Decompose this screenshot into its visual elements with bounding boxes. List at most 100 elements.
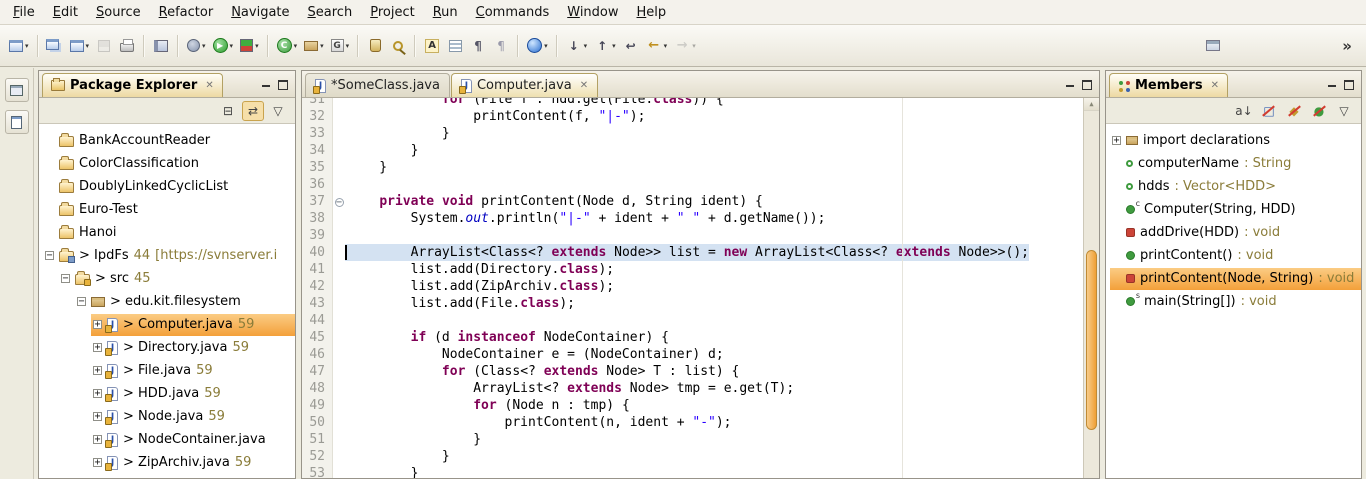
- tree-item[interactable]: +J> Node.java59: [39, 405, 295, 428]
- code-line-44[interactable]: 44: [302, 312, 1083, 329]
- dropdown-arrow-icon[interactable]: ▾: [584, 42, 588, 50]
- generate-button[interactable]: G▾: [328, 33, 353, 59]
- code-line-49[interactable]: 49 for (Node n : tmp) {: [302, 397, 1083, 414]
- view-menu-button[interactable]: ▽: [267, 101, 289, 121]
- dropdown-arrow-icon[interactable]: ▾: [612, 42, 616, 50]
- scrollbar-thumb[interactable]: [1086, 250, 1097, 430]
- expand-icon[interactable]: +: [93, 320, 102, 329]
- close-tab-icon[interactable]: ✕: [580, 80, 588, 91]
- expand-icon[interactable]: +: [1112, 136, 1121, 145]
- prev-annotation-button[interactable]: ↑▾: [591, 33, 619, 59]
- dropdown-arrow-icon[interactable]: ▾: [86, 42, 90, 50]
- dropdown-arrow-icon[interactable]: ▾: [255, 42, 259, 50]
- code-line-35[interactable]: 35 }: [302, 159, 1083, 176]
- toolbar-overflow-button[interactable]: »: [1334, 37, 1360, 55]
- tree-item[interactable]: −> IpdFs44[https://svnserver.i: [39, 244, 295, 267]
- new-wizard-button[interactable]: ▾: [6, 33, 32, 59]
- code-editor[interactable]: 31 for (File f : hdd.get(File.class)) {3…: [302, 98, 1099, 478]
- tree-item[interactable]: +J> HDD.java59: [39, 382, 295, 405]
- new-package-button[interactable]: ▾: [301, 33, 327, 59]
- hide-nonpublic-button[interactable]: ●: [1308, 101, 1330, 121]
- member-item[interactable]: hdds: Vector<HDD>: [1106, 175, 1361, 198]
- open-editor-strip-button[interactable]: [5, 110, 29, 134]
- member-item[interactable]: printContent(): void: [1106, 244, 1361, 267]
- external-tools-button[interactable]: ▾: [184, 33, 209, 59]
- collapse-icon[interactable]: −: [45, 251, 54, 260]
- member-item[interactable]: cComputer(String, HDD): [1106, 198, 1361, 221]
- dropdown-arrow-icon[interactable]: ▾: [664, 42, 668, 50]
- code-line-52[interactable]: 52 }: [302, 448, 1083, 465]
- tree-item[interactable]: BankAccountReader: [39, 129, 295, 152]
- dropdown-arrow-icon[interactable]: ▾: [294, 42, 298, 50]
- new-class-button[interactable]: C▾: [274, 33, 301, 59]
- expand-icon[interactable]: +: [93, 412, 102, 421]
- tree-item[interactable]: Hanoi: [39, 221, 295, 244]
- menu-refactor[interactable]: Refactor: [150, 2, 223, 23]
- expand-icon[interactable]: +: [93, 389, 102, 398]
- forward-button[interactable]: →▾: [671, 33, 699, 59]
- code-line-36[interactable]: 36: [302, 176, 1083, 193]
- show-print-margin-button[interactable]: ¶: [490, 33, 512, 59]
- menu-file[interactable]: File: [4, 2, 44, 23]
- search-button[interactable]: [387, 33, 409, 59]
- members-view-menu-button[interactable]: ▽: [1333, 101, 1355, 121]
- code-line-41[interactable]: 41 list.add(Directory.class);: [302, 261, 1083, 278]
- back-button[interactable]: ←▾: [643, 33, 671, 59]
- mark-occurrences-button[interactable]: A: [421, 33, 443, 59]
- tree-item[interactable]: +J> Computer.java59: [39, 313, 295, 336]
- restore-view-button[interactable]: [5, 78, 29, 102]
- tree-item[interactable]: +J> File.java59: [39, 359, 295, 382]
- menu-search[interactable]: Search: [299, 2, 362, 23]
- code-line-34[interactable]: 34 }: [302, 142, 1083, 159]
- expand-icon[interactable]: +: [93, 366, 102, 375]
- dropdown-arrow-icon[interactable]: ▾: [346, 42, 350, 50]
- collapse-region-icon[interactable]: −: [335, 198, 344, 207]
- maximize-editor-icon[interactable]: [1080, 77, 1094, 91]
- member-item[interactable]: addDrive(HDD): void: [1106, 221, 1361, 244]
- close-members-view-icon[interactable]: ✕: [1211, 80, 1219, 91]
- code-line-32[interactable]: 32 printContent(f, "|-");: [302, 108, 1083, 125]
- show-selected-element-button[interactable]: [444, 33, 466, 59]
- members-tab[interactable]: Members ✕: [1109, 73, 1228, 97]
- menu-navigate[interactable]: Navigate: [222, 2, 298, 23]
- last-edit-location-button[interactable]: ↩: [620, 33, 642, 59]
- maximize-view-icon[interactable]: [276, 77, 290, 91]
- member-item[interactable]: computerName: String: [1106, 152, 1361, 175]
- code-line-42[interactable]: 42 list.add(ZipArchiv.class);: [302, 278, 1083, 295]
- code-line-33[interactable]: 33 }: [302, 125, 1083, 142]
- menu-window[interactable]: Window: [558, 2, 627, 23]
- save-button[interactable]: [93, 33, 115, 59]
- scrollbar-up-icon[interactable]: ▲: [1084, 98, 1099, 111]
- tree-item[interactable]: +J> NodeContainer.java: [39, 428, 295, 451]
- member-item[interactable]: printContent(Node, String): void: [1106, 267, 1361, 290]
- code-line-43[interactable]: 43 list.add(File.class);: [302, 295, 1083, 312]
- package-explorer-tab[interactable]: Package Explorer ✕: [42, 73, 223, 97]
- editor-tab-someclassjava[interactable]: J*SomeClass.java: [305, 73, 450, 97]
- dropdown-arrow-icon[interactable]: ▾: [692, 42, 696, 50]
- member-item[interactable]: +import declarations: [1106, 129, 1361, 152]
- menu-help[interactable]: Help: [628, 2, 676, 23]
- dropdown-arrow-icon[interactable]: ▾: [544, 42, 548, 50]
- tree-item[interactable]: DoublyLinkedCyclicList: [39, 175, 295, 198]
- hide-fields-button[interactable]: □: [1258, 101, 1280, 121]
- code-line-53[interactable]: 53 }: [302, 465, 1083, 478]
- code-line-50[interactable]: 50 printContent(n, ident + "-");: [302, 414, 1083, 431]
- editor-presentation-button[interactable]: [1202, 33, 1224, 59]
- code-line-39[interactable]: 39: [302, 227, 1083, 244]
- dropdown-arrow-icon[interactable]: ▾: [320, 42, 324, 50]
- code-line-40[interactable]: 40 ArrayList<Class<? extends Node>> list…: [302, 244, 1083, 261]
- code-line-51[interactable]: 51 }: [302, 431, 1083, 448]
- menu-source[interactable]: Source: [87, 2, 150, 23]
- tree-item[interactable]: Euro-Test: [39, 198, 295, 221]
- expand-icon[interactable]: +: [93, 458, 102, 467]
- expand-icon[interactable]: +: [93, 435, 102, 444]
- next-annotation-button[interactable]: ↓▾: [563, 33, 591, 59]
- code-line-47[interactable]: 47 for (Class<? extends Node> T : list) …: [302, 363, 1083, 380]
- sort-members-button[interactable]: a↓: [1233, 101, 1255, 121]
- tree-item[interactable]: −> src45: [39, 267, 295, 290]
- code-line-45[interactable]: 45 if (d instanceof NodeContainer) {: [302, 329, 1083, 346]
- menu-edit[interactable]: Edit: [44, 2, 87, 23]
- menu-project[interactable]: Project: [361, 2, 424, 23]
- collapse-icon[interactable]: −: [77, 297, 86, 306]
- dropdown-arrow-icon[interactable]: ▾: [230, 42, 234, 50]
